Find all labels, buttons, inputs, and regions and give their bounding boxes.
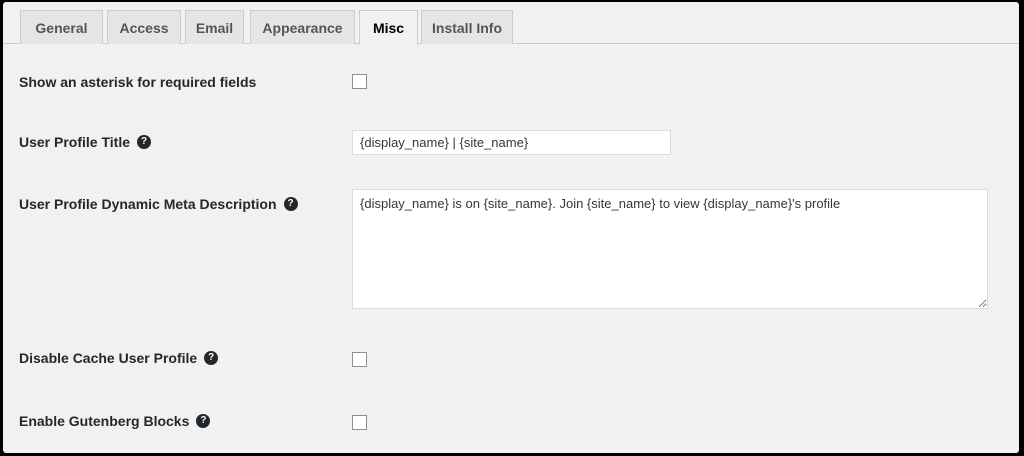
help-icon[interactable]: ? [196, 414, 211, 428]
tab-general[interactable]: General [20, 10, 103, 44]
asterisk-setting-label: Show an asterisk for required fields [19, 73, 256, 91]
tab-access[interactable]: Access [107, 10, 181, 44]
gutenberg-checkbox[interactable] [352, 415, 367, 430]
gutenberg-label-text: Enable Gutenberg Blocks [19, 413, 190, 429]
settings-tabs: General Access Email Appearance Misc Ins… [3, 2, 1019, 45]
asterisk-checkbox[interactable] [352, 74, 367, 89]
disable-cache-checkbox[interactable] [352, 352, 367, 367]
gutenberg-label: Enable Gutenberg Blocks ? [19, 412, 211, 430]
meta-description-textarea[interactable] [352, 189, 988, 309]
settings-panel: General Access Email Appearance Misc Ins… [3, 2, 1019, 453]
help-icon[interactable]: ? [283, 197, 298, 211]
asterisk-setting-label-text: Show an asterisk for required fields [19, 74, 257, 90]
tab-install-info[interactable]: Install Info [421, 10, 513, 44]
meta-description-label-text: User Profile Dynamic Meta Description [19, 196, 277, 212]
help-icon[interactable]: ? [204, 351, 219, 365]
profile-title-label-text: User Profile Title [19, 134, 131, 150]
meta-description-label: User Profile Dynamic Meta Description ? [19, 195, 298, 213]
disable-cache-label: Disable Cache User Profile ? [19, 349, 219, 367]
profile-title-input[interactable] [352, 130, 671, 155]
tab-misc[interactable]: Misc [359, 10, 418, 45]
tab-email[interactable]: Email [185, 10, 244, 44]
tab-appearance[interactable]: Appearance [250, 10, 355, 44]
profile-title-label: User Profile Title ? [19, 133, 152, 151]
help-icon[interactable]: ? [137, 135, 152, 149]
disable-cache-label-text: Disable Cache User Profile [19, 350, 198, 366]
